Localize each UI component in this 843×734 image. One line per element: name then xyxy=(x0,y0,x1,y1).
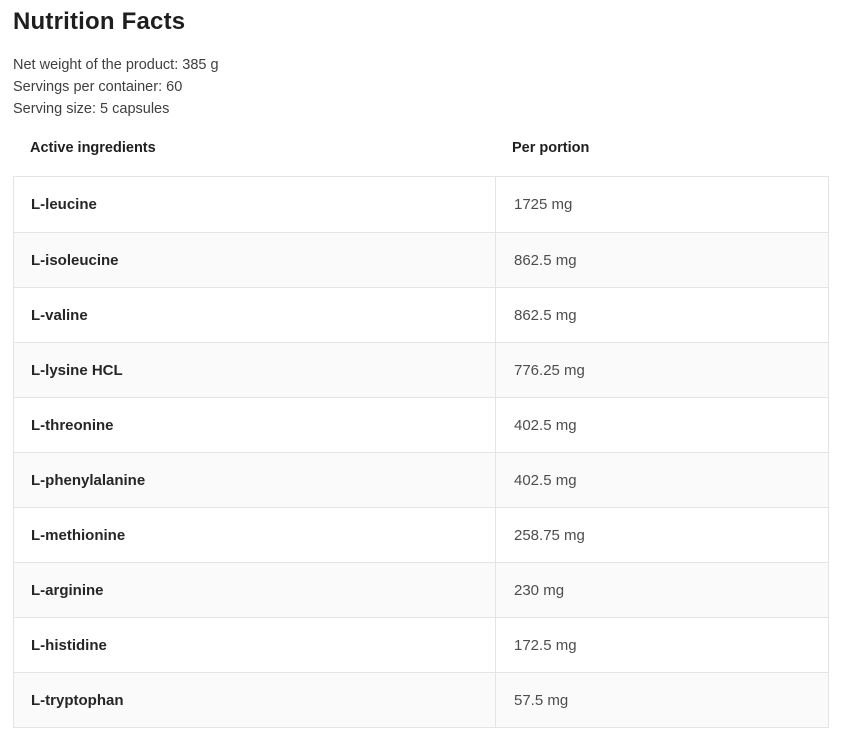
ingredient-amount: 172.5 mg xyxy=(495,618,828,672)
servings-per-container-text: Servings per container: 60 xyxy=(13,76,829,98)
ingredient-amount: 862.5 mg xyxy=(495,288,828,342)
ingredient-name: L-methionine xyxy=(14,508,495,562)
ingredient-amount: 1725 mg xyxy=(495,177,828,232)
ingredient-name: L-valine xyxy=(14,288,495,342)
ingredient-name: L-arginine xyxy=(14,563,495,617)
ingredient-amount: 776.25 mg xyxy=(495,343,828,397)
ingredient-name: L-threonine xyxy=(14,398,495,452)
table-row: L-valine 862.5 mg xyxy=(14,287,828,342)
table-row: L-threonine 402.5 mg xyxy=(14,397,828,452)
table-row: L-tryptophan 57.5 mg xyxy=(14,672,828,727)
product-meta: Net weight of the product: 385 g Serving… xyxy=(13,54,829,120)
column-header-per-portion: Per portion xyxy=(494,140,829,156)
ingredient-amount: 862.5 mg xyxy=(495,233,828,287)
ingredient-amount: 258.75 mg xyxy=(495,508,828,562)
table-row: L-leucine 1725 mg xyxy=(14,177,828,232)
ingredient-amount: 57.5 mg xyxy=(495,673,828,727)
serving-size-text: Serving size: 5 capsules xyxy=(13,98,829,120)
ingredient-amount: 230 mg xyxy=(495,563,828,617)
table-row: L-arginine 230 mg xyxy=(14,562,828,617)
ingredient-name: L-phenylalanine xyxy=(14,453,495,507)
table-header-row: Active ingredients Per portion xyxy=(13,140,829,176)
ingredient-amount: 402.5 mg xyxy=(495,453,828,507)
ingredient-name: L-isoleucine xyxy=(14,233,495,287)
table-row: L-histidine 172.5 mg xyxy=(14,617,828,672)
net-weight-text: Net weight of the product: 385 g xyxy=(13,54,829,76)
ingredients-table: L-leucine 1725 mg L-isoleucine 862.5 mg … xyxy=(13,176,829,728)
ingredient-amount: 402.5 mg xyxy=(495,398,828,452)
page-title: Nutrition Facts xyxy=(13,8,829,36)
ingredient-name: L-leucine xyxy=(14,177,495,232)
nutrition-facts-panel: Nutrition Facts Net weight of the produc… xyxy=(0,0,843,728)
table-row: L-isoleucine 862.5 mg xyxy=(14,232,828,287)
ingredient-name: L-tryptophan xyxy=(14,673,495,727)
table-row: L-lysine HCL 776.25 mg xyxy=(14,342,828,397)
ingredient-name: L-lysine HCL xyxy=(14,343,495,397)
column-header-active-ingredients: Active ingredients xyxy=(13,140,494,156)
table-row: L-phenylalanine 402.5 mg xyxy=(14,452,828,507)
ingredient-name: L-histidine xyxy=(14,618,495,672)
table-row: L-methionine 258.75 mg xyxy=(14,507,828,562)
